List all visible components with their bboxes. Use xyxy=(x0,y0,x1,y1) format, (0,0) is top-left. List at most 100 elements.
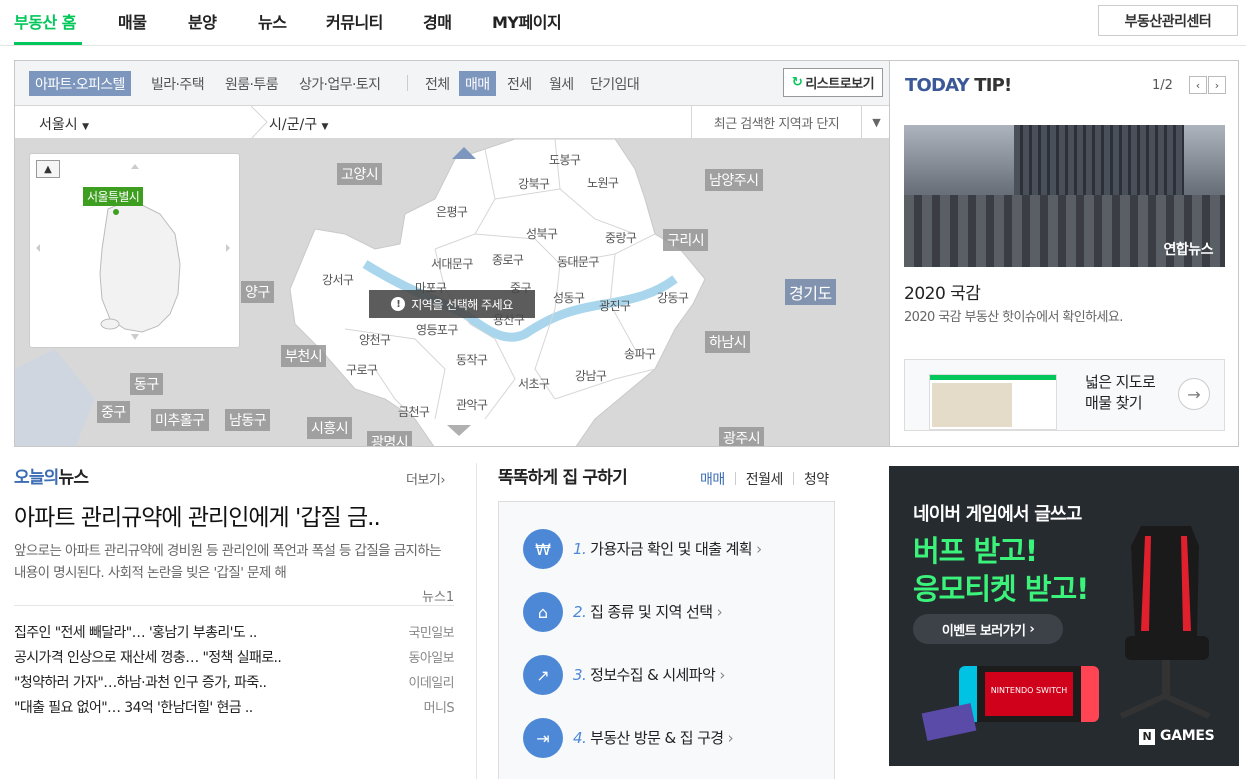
tab-deal-monthly[interactable]: 월세 xyxy=(549,71,574,96)
ad-event-button[interactable]: 이벤트 보러가기 › xyxy=(913,614,1063,644)
map-label-yang-gu[interactable]: 양구 xyxy=(241,281,274,303)
district-dongjak[interactable]: 동작구 xyxy=(456,351,488,368)
tip-next-button[interactable]: › xyxy=(1208,76,1226,94)
nav-item-auction[interactable]: 경매 xyxy=(423,9,452,33)
district-seongbuk[interactable]: 성북구 xyxy=(526,225,558,242)
map-label-siheung[interactable]: 시흥시 xyxy=(307,417,353,439)
guide-tab-sale[interactable]: 매매 xyxy=(700,472,725,488)
column-divider xyxy=(476,463,477,779)
news-item-source: 이데일리 xyxy=(408,676,455,691)
district-yangcheon[interactable]: 양천구 xyxy=(359,331,391,348)
news-divider xyxy=(14,605,454,606)
district-gwangjin[interactable]: 광진구 xyxy=(599,297,631,314)
district-gwanak[interactable]: 관악구 xyxy=(456,396,488,413)
map-label-gyeonggi[interactable]: 경기도 xyxy=(785,279,836,305)
news-list-item[interactable]: 공시가격 인상으로 재산세 껑충… "정책 실패로.. 동아일보 xyxy=(14,647,455,671)
tab-commercial-land[interactable]: 상가·업무·토지 xyxy=(299,71,381,96)
news-summary[interactable]: 앞으로는 아파트 관리규약에 경비원 등 관리인에 폭언과 폭설 등 갑질을 금… xyxy=(14,540,454,584)
district-jongno[interactable]: 종로구 xyxy=(492,251,524,268)
seoul-map[interactable]: ▲ 서울특별시 고양시 남양주시 구리시 경기도 하남시 부천시 동구 중구 미… xyxy=(15,139,890,446)
map-label-gwangju[interactable]: 광주시 xyxy=(719,427,765,446)
district-songpa[interactable]: 송파구 xyxy=(624,345,656,362)
list-view-button[interactable]: ↻ 리스트로보기 xyxy=(783,68,883,97)
won-icon: ₩ xyxy=(523,529,563,569)
chevron-left-icon: ‹ xyxy=(1195,78,1201,92)
tab-deal-sale[interactable]: 매매 xyxy=(459,71,496,96)
map-label-namdong[interactable]: 남동구 xyxy=(225,409,271,431)
tab-deal-short-term[interactable]: 단기임대 xyxy=(590,71,640,96)
nintendo-switch-image: NINTENDO SWITCH xyxy=(959,666,1099,722)
today-tip-panel: TODAY TIP! 1/2 ‹ › 연합뉴스 2020 국감 2020 국감 … xyxy=(889,60,1239,447)
game-event-ad[interactable]: 네이버 게임에서 글쓰고 버프 받고! 응모티켓 받고! 이벤트 보러가기 › … xyxy=(889,466,1239,766)
arrow-right-icon[interactable]: → xyxy=(1178,378,1210,410)
guide-step-4[interactable]: ⇥ 4. 부동산 방문 & 집 구경 › xyxy=(523,718,823,758)
district-seocho[interactable]: 서초구 xyxy=(518,375,550,392)
recent-search-dropdown[interactable]: ▼ xyxy=(861,106,890,139)
korea-minimap[interactable]: ▲ 서울특별시 xyxy=(29,153,240,348)
tip-headline[interactable]: 2020 국감 xyxy=(904,279,981,304)
district-dongdaemun[interactable]: 동대문구 xyxy=(557,253,599,270)
guide-tab-rent[interactable]: 전월세 xyxy=(746,472,784,488)
nav-item-news[interactable]: 뉴스 xyxy=(258,9,287,33)
management-center-button[interactable]: 부동산관리센터 xyxy=(1098,5,1238,36)
tip-photo[interactable]: 연합뉴스 xyxy=(904,125,1225,267)
tab-villa-house[interactable]: 빌라·주택 xyxy=(151,71,205,96)
news-list-item[interactable]: 집주인 "전세 빼달라"… '홍남기 부총리'도 .. 국민일보 xyxy=(14,622,455,646)
nav-item-real-estate-home[interactable]: 부동산 홈 xyxy=(14,9,76,33)
map-label-bucheon[interactable]: 부천시 xyxy=(281,345,327,367)
map-label-gwangmyeong[interactable]: 광명시 xyxy=(367,431,413,446)
news-list-item[interactable]: "대출 필요 없어"… 34억 '한남더힐' 현금 .. 머니S xyxy=(14,697,455,721)
district-gangseo[interactable]: 강서구 xyxy=(322,271,354,288)
tab-divider xyxy=(792,472,794,485)
map-label-goyang[interactable]: 고양시 xyxy=(337,163,383,185)
guide-step-2[interactable]: ⌂ 2. 집 종류 및 지역 선택 › xyxy=(523,592,823,632)
district-gangdong[interactable]: 강동구 xyxy=(657,289,689,306)
city-select[interactable]: 서울시 ▼ xyxy=(39,114,89,134)
tip-prev-button[interactable]: ‹ xyxy=(1189,76,1207,94)
tip-title-b: TIP! xyxy=(974,75,1012,96)
tip-description[interactable]: 2020 국감 부동산 핫이슈에서 확인하세요. xyxy=(904,306,1123,325)
list-view-label: 리스트로보기 xyxy=(805,77,875,92)
map-label-jung-gu[interactable]: 중구 xyxy=(97,401,130,423)
nav-item-mypage[interactable]: MY페이지 xyxy=(492,9,562,33)
guide-step-1[interactable]: ₩ 1. 가용자금 확인 및 대출 계획 › xyxy=(523,529,823,569)
map-label-hanam[interactable]: 하남시 xyxy=(705,331,751,353)
gaming-chair-image xyxy=(1119,526,1211,719)
district-select[interactable]: 시/군/구 ▼ xyxy=(269,114,328,134)
recent-search-button[interactable]: 최근 검색한 지역과 단지 xyxy=(691,106,861,139)
nav-item-listings[interactable]: 매물 xyxy=(118,9,147,33)
wide-map-banner[interactable]: 넓은 지도로 매물 찾기 → xyxy=(904,359,1225,431)
thumbnail-bar xyxy=(930,375,1056,380)
guide-tab-subscription[interactable]: 청약 xyxy=(804,472,829,488)
guide-step-3[interactable]: ↗ 3. 정보수집 & 시세파악 › xyxy=(523,655,823,695)
district-seongdong[interactable]: 성동구 xyxy=(553,289,585,306)
map-label-dong-gu[interactable]: 동구 xyxy=(130,373,163,395)
district-gangbuk[interactable]: 강북구 xyxy=(518,175,550,192)
minimap-region-label[interactable]: 서울특별시 xyxy=(83,187,144,206)
map-label-michuhol[interactable]: 미추홀구 xyxy=(151,409,209,431)
nav-item-community[interactable]: 커뮤니티 xyxy=(326,9,383,33)
tab-oneroom-tworoom[interactable]: 원룸·투룸 xyxy=(225,71,279,96)
news-headline[interactable]: 아파트 관리규약에 관리인에게 '갑질 금.. xyxy=(14,498,454,532)
nav-item-presale[interactable]: 분양 xyxy=(188,9,217,33)
refresh-icon: ↻ xyxy=(791,75,803,90)
district-nowon[interactable]: 노원구 xyxy=(587,174,619,191)
district-yeongdeungpo[interactable]: 영등포구 xyxy=(416,321,458,338)
tab-deal-jeonse[interactable]: 전세 xyxy=(507,71,532,96)
news-more-label: 더보기 xyxy=(406,473,441,488)
district-seodaemun[interactable]: 서대문구 xyxy=(431,255,473,272)
district-geumcheon[interactable]: 금천구 xyxy=(398,403,430,420)
news-list-item[interactable]: "청약하러 가자"…하남·과천 인구 증가, 파죽.. 이데일리 xyxy=(14,672,455,696)
tab-apartment-officetel[interactable]: 아파트·오피스텔 xyxy=(29,71,131,96)
tab-deal-all[interactable]: 전체 xyxy=(425,71,450,96)
district-dobong[interactable]: 도봉구 xyxy=(549,151,581,168)
map-label-namyangju[interactable]: 남양주시 xyxy=(705,169,763,191)
district-gangnam[interactable]: 강남구 xyxy=(575,367,607,384)
district-guro[interactable]: 구로구 xyxy=(346,361,378,378)
news-item-title: "청약하러 가자"…하남·과천 인구 증가, 파죽.. xyxy=(14,675,267,691)
news-more-link[interactable]: 더보기› xyxy=(406,469,446,488)
map-label-guri[interactable]: 구리시 xyxy=(663,229,709,251)
news-heading: 오늘의뉴스 xyxy=(14,463,89,488)
district-eunpyeong[interactable]: 은평구 xyxy=(436,203,468,220)
district-jungnang[interactable]: 중랑구 xyxy=(605,229,637,246)
